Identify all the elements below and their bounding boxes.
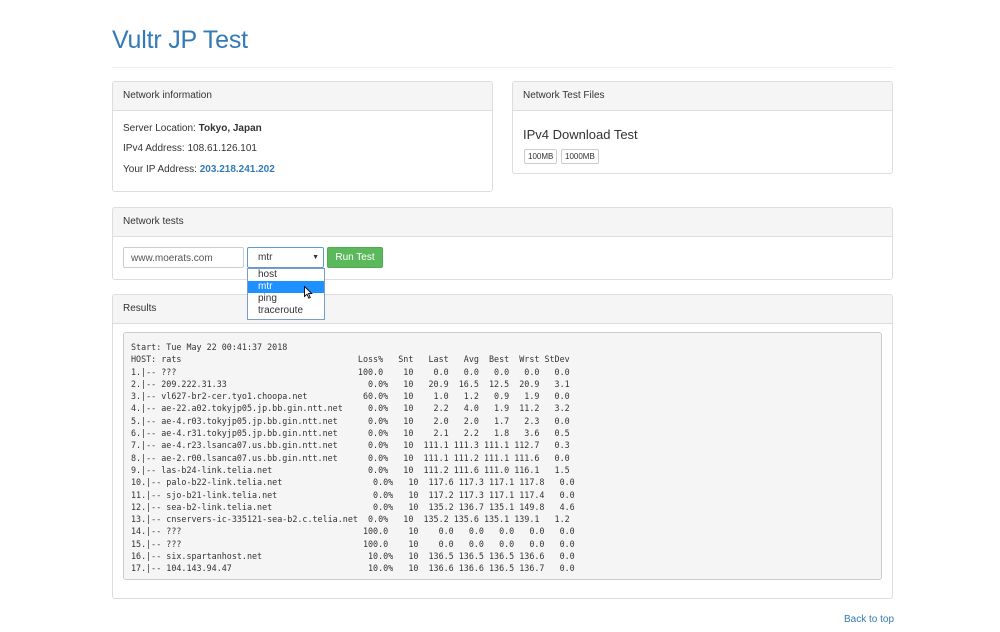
host-input[interactable]: www.moerats.com xyxy=(123,247,244,268)
test-type-select[interactable]: mtr ▼ xyxy=(247,247,324,268)
results-line: 7.|-- ae-4.r23.lsanca07.us.bb.gin.ntt.ne… xyxy=(131,440,570,451)
results-line: 13.|-- cnservers-ic-335121-sea-b2.c.teli… xyxy=(131,514,570,525)
results-line: 14.|-- ??? 100.0 10 0.0 0.0 0.0 0.0 0.0 xyxy=(131,526,575,537)
results-line: 11.|-- sjo-b21-link.telia.net 0.0% 10 11… xyxy=(131,489,575,500)
test-type-dropdown[interactable]: host mtr ping traceroute xyxy=(247,268,325,320)
results-panel: Results Start: Tue May 22 00:41:37 2018 … xyxy=(112,294,893,599)
ipv4-download-title: IPv4 Download Test xyxy=(523,127,638,142)
your-ip-value: 203.218.241.202 xyxy=(199,164,275,175)
results-line: Start: Tue May 22 00:41:37 2018 xyxy=(131,342,288,352)
results-line: 9.|-- las-b24-link.telia.net 0.0% 10 111… xyxy=(131,464,570,475)
server-location-row: Server Location: Tokyo, Japan xyxy=(123,123,262,134)
results-line: 2.|-- 209.222.31.33 0.0% 10 20.9 16.5 12… xyxy=(131,378,570,389)
results-line: 4.|-- ae-22.a02.tokyjp05.jp.bb.gin.ntt.n… xyxy=(131,403,570,414)
mouse-pointer-icon xyxy=(304,286,313,299)
results-text: Start: Tue May 22 00:41:37 2018 HOST: ra… xyxy=(131,341,881,575)
network-test-files-panel: Network Test Files IPv4 Download Test 10… xyxy=(512,81,893,174)
results-output: Start: Tue May 22 00:41:37 2018 HOST: ra… xyxy=(123,332,882,580)
results-line: 12.|-- sea-b2-link.telia.net 0.0% 10 135… xyxy=(131,501,575,512)
server-location-label: Server Location: xyxy=(123,123,196,134)
results-line: 5.|-- ae-4.r03.tokyjp05.jp.bb.gin.ntt.ne… xyxy=(131,415,570,426)
back-to-top-link[interactable]: Back to top xyxy=(844,614,894,625)
ipv4-address-value: 108.61.126.101 xyxy=(187,143,257,154)
your-ip-row: Your IP Address: 203.218.241.202 xyxy=(123,164,275,175)
server-location-value: Tokyo, Japan xyxy=(198,123,262,134)
download-1000mb-button[interactable]: 1000MB xyxy=(561,149,599,164)
results-line: 16.|-- six.spartanhost.net 10.0% 10 136.… xyxy=(131,551,575,562)
ipv4-address-row: IPv4 Address: 108.61.126.101 xyxy=(123,143,257,154)
title-divider xyxy=(112,67,893,68)
network-info-panel: Network information Server Location: Tok… xyxy=(112,81,493,192)
option-traceroute[interactable]: traceroute xyxy=(248,305,324,317)
download-100mb-button[interactable]: 100MB xyxy=(524,149,558,164)
results-line: HOST: rats Loss% Snt Last Avg Best Wrst … xyxy=(131,354,570,365)
results-line: 6.|-- ae-4.r31.tokyjp05.jp.bb.gin.ntt.ne… xyxy=(131,428,570,439)
results-line: 15.|-- ??? 100.0 10 0.0 0.0 0.0 0.0 0.0 xyxy=(131,538,575,549)
your-ip-label: Your IP Address: xyxy=(123,164,197,175)
page-title: Vultr JP Test xyxy=(112,26,248,54)
results-line: 10.|-- palo-b22-link.telia.net 0.0% 10 1… xyxy=(131,477,575,488)
network-tests-heading: Network tests xyxy=(113,208,892,237)
test-type-selected: mtr xyxy=(258,252,273,263)
option-host[interactable]: host xyxy=(248,269,324,281)
network-test-files-heading: Network Test Files xyxy=(513,82,892,111)
network-tests-panel: Network tests www.moerats.com mtr ▼ Run … xyxy=(112,207,893,280)
results-line: 8.|-- ae-2.r00.lsanca07.us.bb.gin.ntt.ne… xyxy=(131,452,570,463)
results-line: 17.|-- 104.143.94.47 10.0% 10 136.6 136.… xyxy=(131,563,575,574)
caret-down-icon: ▼ xyxy=(312,254,319,261)
results-heading: Results xyxy=(113,295,892,324)
results-line: 3.|-- vl627-br2-cer.tyo1.choopa.net 60.0… xyxy=(131,391,570,402)
ipv4-address-label: IPv4 Address: xyxy=(123,143,185,154)
run-test-button[interactable]: Run Test xyxy=(327,247,383,268)
results-line: 1.|-- ??? 100.0 10 0.0 0.0 0.0 0.0 0.0 xyxy=(131,366,570,377)
network-info-heading: Network information xyxy=(113,82,492,111)
